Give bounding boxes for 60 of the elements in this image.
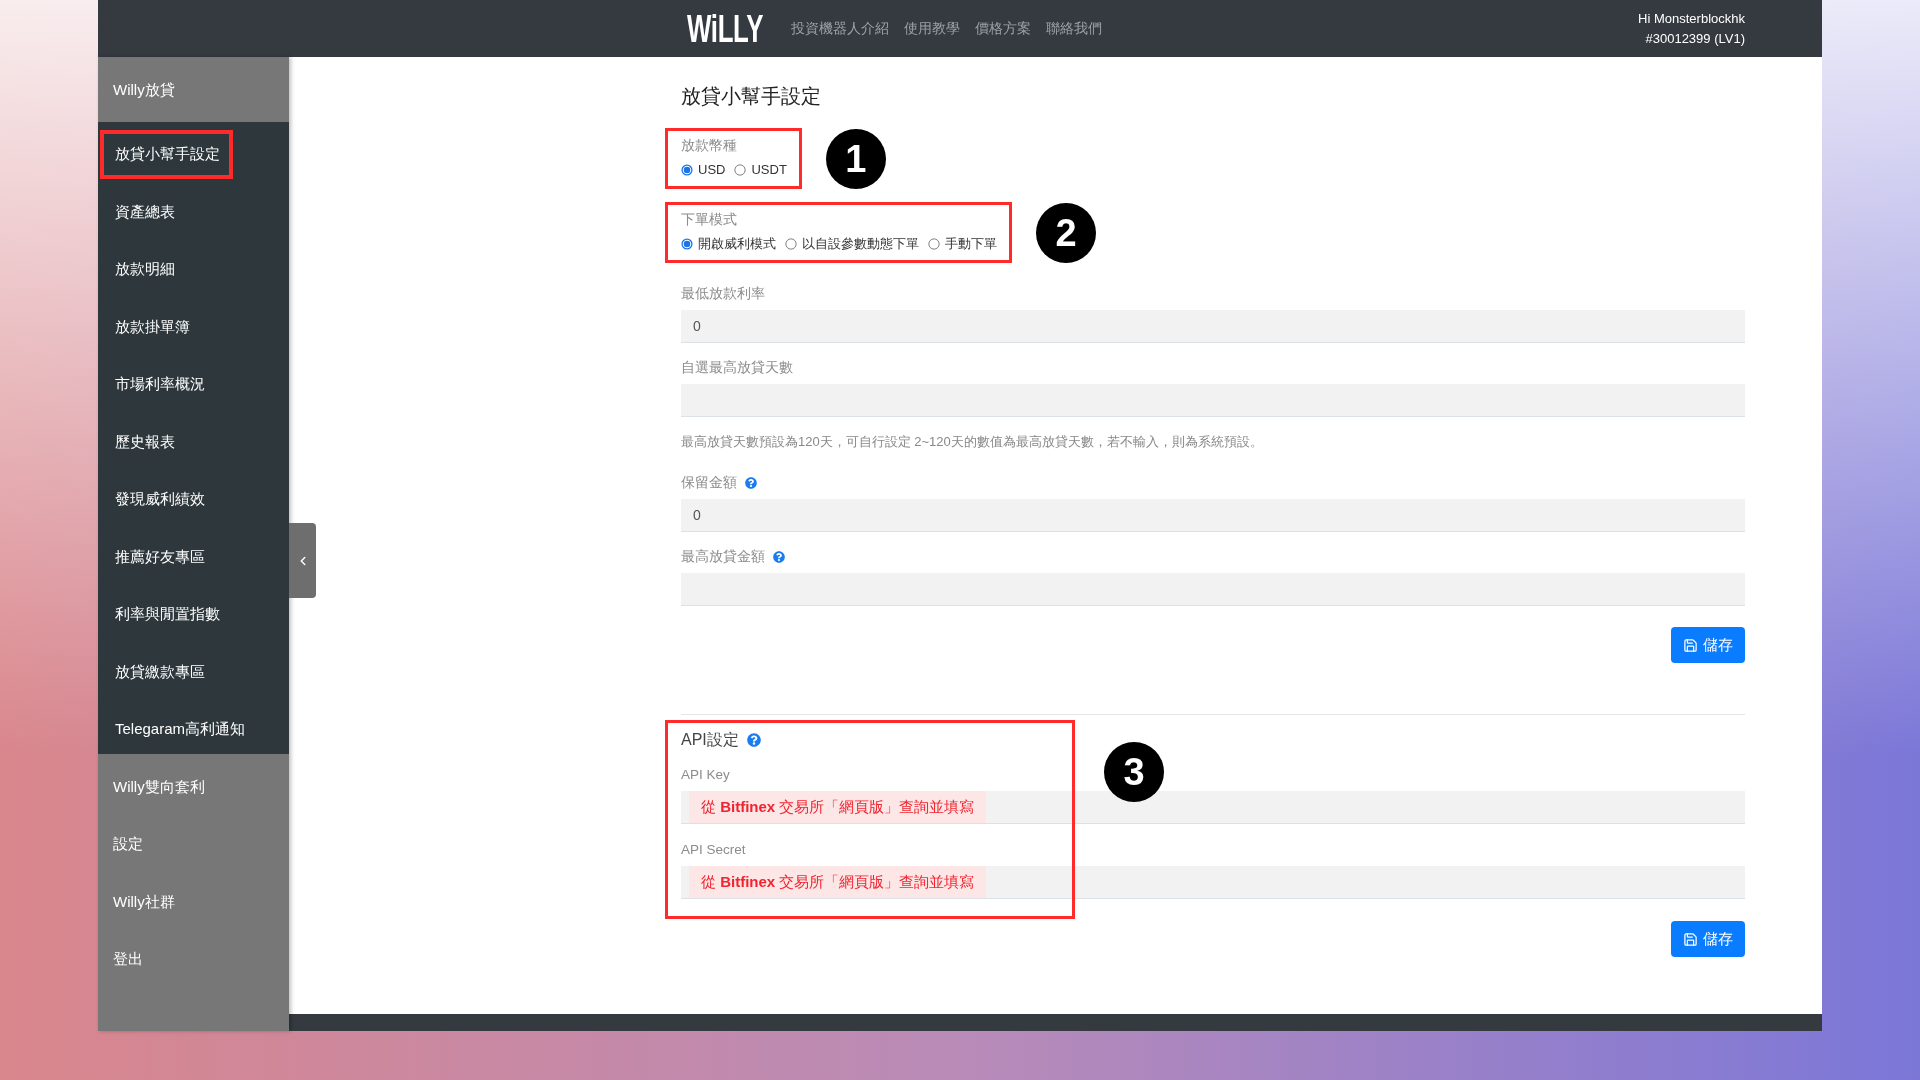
nav-link[interactable]: 價格方案 [974, 18, 1031, 39]
help-icon[interactable] [746, 733, 761, 747]
radio-icon[interactable] [681, 164, 693, 176]
field-label: API Key [681, 766, 730, 784]
sidebar-item[interactable]: 市場利率概況 [115, 373, 205, 396]
radio-icon[interactable] [681, 238, 693, 250]
sidebar-item[interactable]: 推薦好友專區 [115, 545, 205, 568]
sidebar-item[interactable]: 利率與閒置指數 [115, 603, 220, 626]
radio-option[interactable]: USD [681, 160, 726, 180]
nav-link[interactable]: 投資機器人介紹 [790, 18, 889, 39]
sidebar-item[interactable]: 放款明細 [115, 258, 175, 281]
radio-option[interactable]: 手動下單 [928, 234, 997, 254]
radio-icon[interactable] [785, 238, 797, 250]
field-label: 最低放款利率 [681, 285, 765, 303]
sidebar-item[interactable]: 設定 [113, 833, 143, 856]
nav-link[interactable]: 聯絡我們 [1045, 18, 1102, 39]
sidebar-item[interactable]: Telegaram高利通知 [115, 718, 246, 741]
radio-icon[interactable] [928, 238, 940, 250]
account-id: #30012399 (LV1) [1645, 29, 1745, 48]
field-label: 下單模式 [681, 211, 737, 229]
user-greeting: Hi Monsterblockhk [1638, 9, 1745, 28]
save-button[interactable]: 儲存 [1671, 627, 1745, 663]
sidebar-item[interactable]: 資產總表 [115, 200, 175, 223]
step-number: 3 [1104, 742, 1164, 802]
input-field[interactable]: 從 Bitfinex 交易所「網頁版」查詢並填寫 [681, 791, 1745, 824]
radio-icon[interactable] [734, 164, 747, 176]
sidebar-item[interactable]: 登出 [113, 948, 143, 971]
logo[interactable]: WiLLY [687, 9, 764, 48]
sidebar-item[interactable]: 發現威利績效 [115, 488, 205, 511]
page-title: 放貸小幫手設定 [681, 83, 821, 110]
nav-link[interactable]: 使用教學 [903, 18, 960, 39]
input-field[interactable] [681, 573, 1745, 606]
input-field[interactable]: 0 [681, 499, 1745, 532]
sidebar-item[interactable]: Willy放貸 [113, 78, 175, 101]
radio-option[interactable]: 開啟威利模式 [681, 234, 776, 254]
sidebar-item[interactable]: 放款掛單簿 [115, 315, 190, 338]
step-number: 1 [825, 128, 886, 189]
help-icon[interactable] [773, 551, 785, 563]
help-icon[interactable] [745, 477, 757, 489]
sidebar-item[interactable]: 放貸小幫手設定 [100, 129, 233, 179]
sidebar-item[interactable]: Willy社群 [113, 890, 175, 913]
save-button[interactable]: 儲存 [1671, 921, 1745, 957]
field-label: 自選最高放貸天數 [681, 359, 793, 377]
sidebar-item[interactable]: Willy雙向套利 [113, 775, 205, 798]
radio-option[interactable]: 以自設參數動態下單 [785, 234, 919, 254]
hint-note: 從 Bitfinex 交易所「網頁版」查詢並填寫 [689, 866, 987, 898]
input-field[interactable]: 0 [681, 310, 1745, 343]
field-label: API Secret [681, 841, 746, 859]
hint-note: 從 Bitfinex 交易所「網頁版」查詢並填寫 [689, 791, 987, 823]
input-field[interactable] [681, 384, 1745, 417]
sidebar-item[interactable]: 放貸繳款專區 [115, 660, 205, 683]
help-text: 最高放貸天數預設為120天，可自行設定 2~120天的數值為最高放貸天數，若不輸入，則為系統預設。 [681, 433, 1263, 451]
step-number: 2 [1036, 202, 1096, 263]
field-label: 最高放貸金額 [681, 548, 765, 566]
field-label: 保留金額 [681, 474, 737, 492]
radio-option[interactable]: USDT [734, 160, 787, 180]
section-title: API設定 [681, 730, 739, 750]
field-label: 放款幣種 [681, 137, 737, 155]
sidebar-item[interactable]: 歷史報表 [115, 430, 175, 453]
input-field[interactable]: 從 Bitfinex 交易所「網頁版」查詢並填寫 [681, 866, 1745, 899]
